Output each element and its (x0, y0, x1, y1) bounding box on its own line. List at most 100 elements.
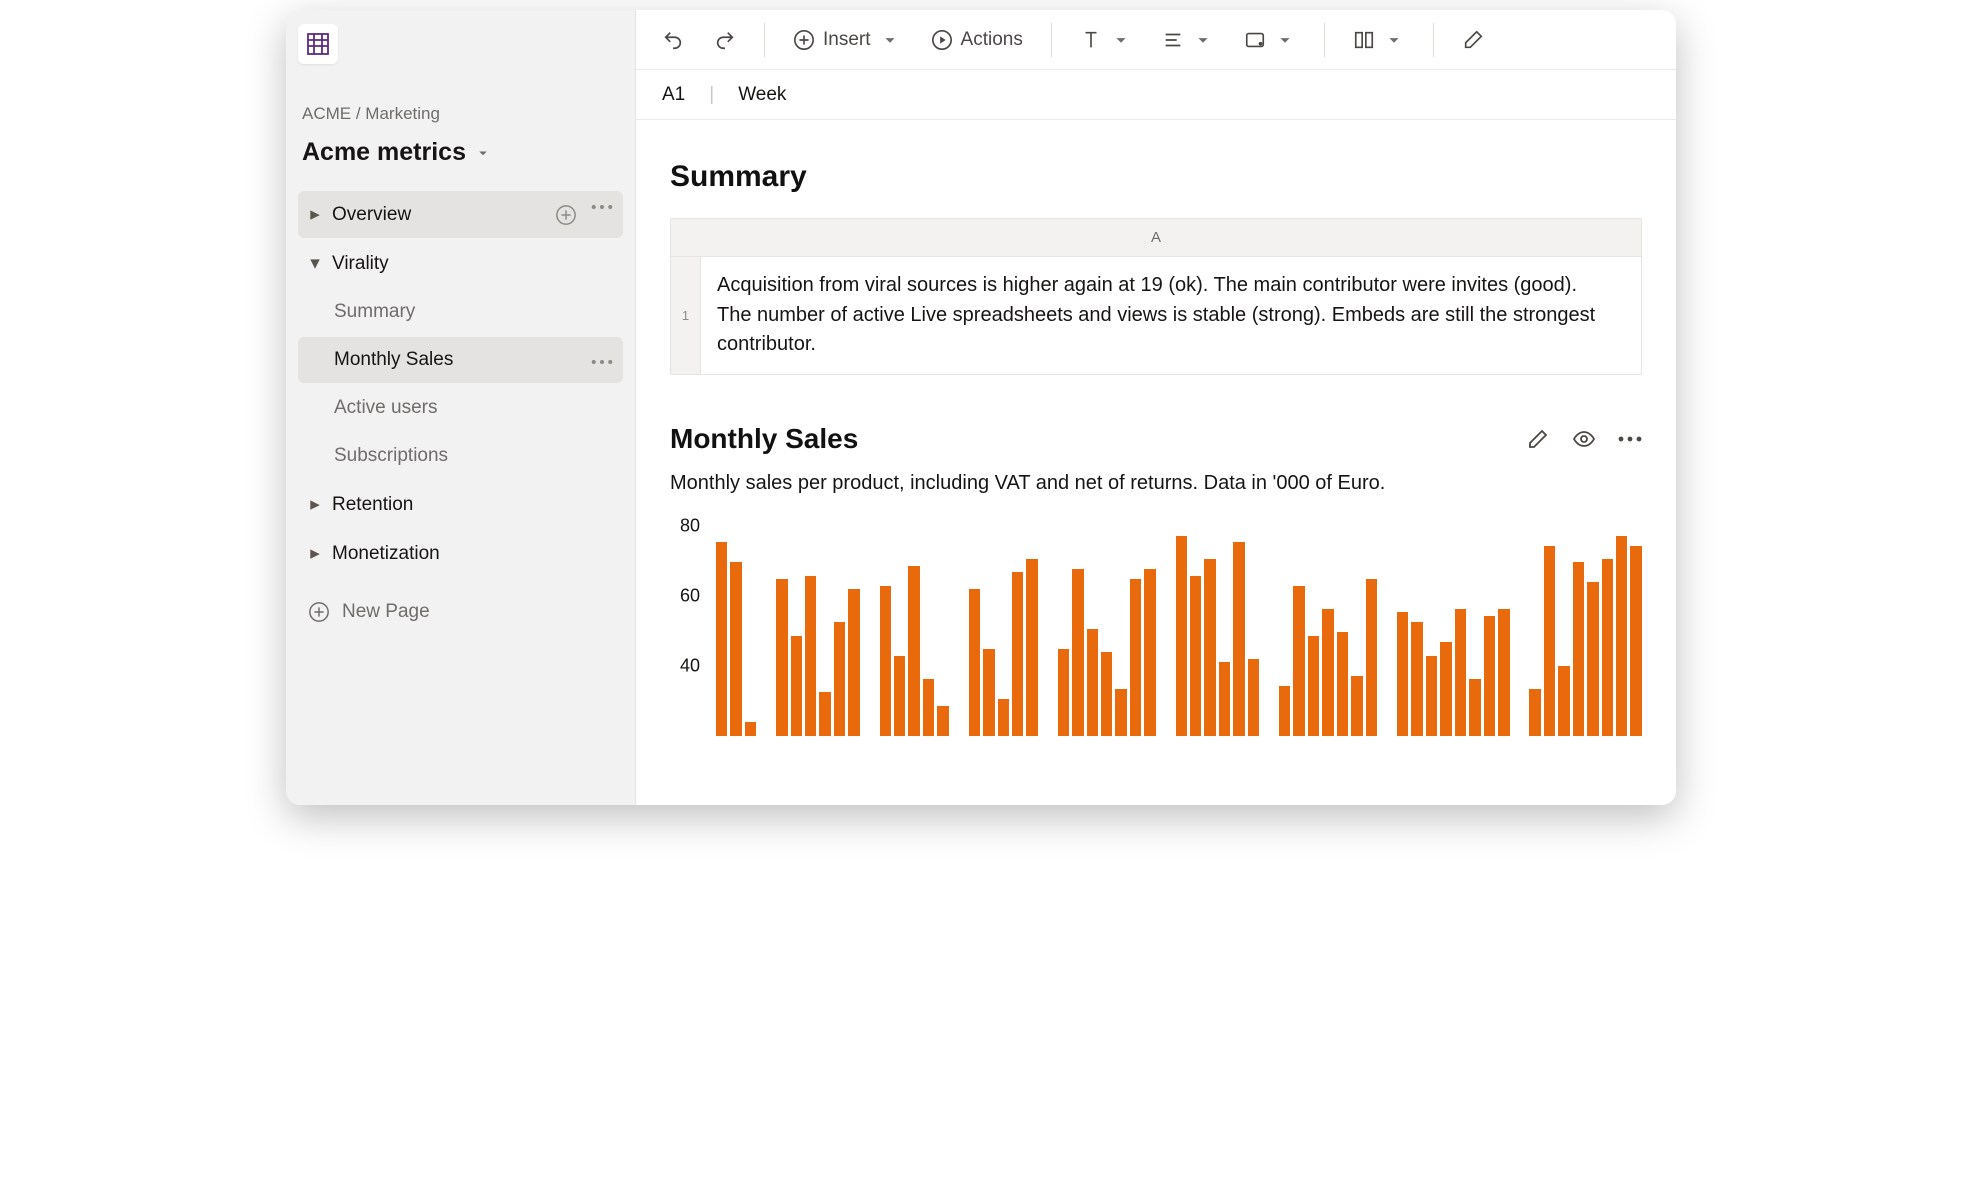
sidebar-item-monetization[interactable]: ▸ Monetization (298, 530, 623, 577)
bar[interactable] (1337, 632, 1348, 735)
bar[interactable] (791, 636, 802, 736)
sidebar-item-overview[interactable]: ▸ Overview (298, 191, 623, 238)
clear-format-button[interactable] (1452, 21, 1494, 59)
bar[interactable] (1351, 676, 1362, 736)
bar[interactable] (1469, 679, 1480, 736)
workspace-title-row[interactable]: Acme metrics (298, 132, 623, 185)
bar[interactable] (1233, 542, 1244, 735)
bar[interactable] (1544, 546, 1555, 736)
bar[interactable] (1587, 582, 1598, 735)
sidebar-item-label: Overview (332, 204, 411, 226)
bar[interactable] (1144, 569, 1155, 736)
bar[interactable] (1012, 572, 1023, 735)
sidebar-subitem-monthly-sales[interactable]: Monthly Sales (298, 337, 623, 383)
bar[interactable] (1308, 636, 1319, 736)
bar[interactable] (908, 566, 919, 736)
bar[interactable] (1058, 649, 1069, 736)
edit-icon[interactable] (1526, 427, 1550, 451)
bar[interactable] (1558, 666, 1569, 736)
sidebar-item-label: Subscriptions (334, 445, 448, 467)
divider (1433, 23, 1434, 57)
summary-cell[interactable]: Acquisition from viral sources is higher… (701, 257, 1641, 374)
cell-ref[interactable]: A1 (662, 84, 685, 106)
redo-icon (714, 29, 736, 51)
bar[interactable] (1498, 609, 1509, 736)
y-tick: 60 (680, 585, 700, 606)
bar[interactable] (1248, 659, 1259, 736)
toolbar-label: Insert (823, 29, 871, 51)
bar[interactable] (776, 579, 787, 736)
bar[interactable] (805, 576, 816, 736)
undo-button[interactable] (652, 21, 694, 59)
bar[interactable] (1176, 536, 1187, 736)
bar[interactable] (1397, 612, 1408, 735)
bar[interactable] (716, 542, 727, 735)
bar[interactable] (848, 589, 859, 736)
layout-button[interactable] (1343, 21, 1415, 59)
more-icon[interactable] (1618, 436, 1642, 442)
row-header-1[interactable]: 1 (671, 257, 701, 374)
sidebar-item-label: Retention (332, 494, 413, 516)
text-style-button[interactable] (1070, 21, 1142, 59)
app-logo[interactable] (298, 24, 338, 64)
bar[interactable] (1072, 569, 1083, 736)
bar[interactable] (1484, 616, 1495, 736)
bar[interactable] (923, 679, 934, 736)
bar[interactable] (1602, 559, 1613, 736)
column-header-a[interactable]: A (671, 219, 1641, 257)
bar[interactable] (998, 699, 1009, 736)
bar[interactable] (1366, 579, 1377, 736)
bar[interactable] (969, 589, 980, 736)
more-icon[interactable] (591, 359, 613, 365)
bar[interactable] (745, 722, 756, 735)
align-icon (1162, 29, 1184, 51)
bar[interactable] (1190, 576, 1201, 736)
cell-value[interactable]: Week (738, 84, 786, 106)
sidebar-subitem-active-users[interactable]: Active users (298, 385, 623, 431)
bar[interactable] (1322, 609, 1333, 736)
chevron-down-icon (1383, 29, 1405, 51)
redo-button[interactable] (704, 21, 746, 59)
cell-style-button[interactable] (1234, 21, 1306, 59)
bar[interactable] (1026, 559, 1037, 736)
actions-button[interactable]: Actions (921, 21, 1033, 59)
sidebar-item-retention[interactable]: ▸ Retention (298, 481, 623, 528)
bar[interactable] (937, 706, 948, 736)
bar[interactable] (1293, 586, 1304, 736)
chart: 806040 (670, 526, 1642, 736)
bar[interactable] (1616, 536, 1627, 736)
bar[interactable] (880, 586, 891, 736)
bar[interactable] (1630, 546, 1641, 736)
align-button[interactable] (1152, 21, 1224, 59)
bar[interactable] (1204, 559, 1215, 736)
bar[interactable] (730, 562, 741, 735)
bar[interactable] (1087, 629, 1098, 736)
y-tick: 80 (680, 515, 700, 536)
sidebar-subitem-subscriptions[interactable]: Subscriptions (298, 433, 623, 479)
sidebar-item-virality[interactable]: ▾ Virality (298, 240, 623, 287)
bar[interactable] (1101, 652, 1112, 735)
main: Insert Actions (636, 10, 1676, 805)
bar[interactable] (1455, 609, 1466, 736)
bar[interactable] (894, 656, 905, 736)
bar[interactable] (1426, 656, 1437, 736)
disclosure-right-icon: ▸ (308, 493, 322, 516)
breadcrumb[interactable]: ACME / Marketing (298, 102, 623, 126)
bar[interactable] (1573, 562, 1584, 735)
bar[interactable] (834, 622, 845, 735)
bar[interactable] (1219, 662, 1230, 735)
new-page-button[interactable]: New Page (298, 587, 623, 637)
bar[interactable] (819, 692, 830, 735)
bar[interactable] (1529, 689, 1540, 736)
more-icon[interactable] (591, 204, 613, 210)
bar[interactable] (1279, 686, 1290, 736)
eye-icon[interactable] (1572, 427, 1596, 451)
bar[interactable] (1411, 622, 1422, 735)
sidebar-subitem-summary[interactable]: Summary (298, 289, 623, 335)
plus-circle-icon[interactable] (555, 204, 577, 226)
bar[interactable] (1440, 642, 1451, 735)
bar[interactable] (1130, 579, 1141, 736)
insert-button[interactable]: Insert (783, 21, 911, 59)
bar[interactable] (1115, 689, 1126, 736)
bar[interactable] (983, 649, 994, 736)
